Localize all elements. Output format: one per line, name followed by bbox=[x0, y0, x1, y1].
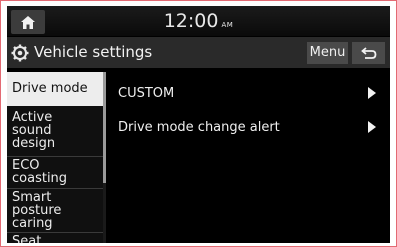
clock-ampm: AM bbox=[221, 21, 234, 29]
list-item-label: Drive mode change alert bbox=[118, 120, 280, 135]
sidebar-item-label: coasting bbox=[12, 171, 68, 186]
title-bar: Vehicle settings Menu bbox=[7, 37, 390, 68]
clock: 12:00 AM bbox=[7, 9, 390, 37]
sidebar-item-active-sound-design[interactable]: Active sound design bbox=[7, 111, 103, 153]
screen-frame: 12:00 AM Vehicle settings Menu Drive mod… bbox=[0, 0, 397, 247]
sidebar-item-seat[interactable]: Seat bbox=[7, 235, 103, 243]
sidebar-item-label: design bbox=[12, 136, 56, 151]
chevron-right-icon bbox=[368, 121, 376, 133]
sidebar: Drive mode Active sound design ECO coast… bbox=[7, 72, 106, 243]
clock-time: 12:00 bbox=[163, 10, 219, 32]
sidebar-scrollbar[interactable] bbox=[103, 72, 106, 243]
gear-car-icon bbox=[11, 44, 29, 62]
scrollbar-thumb[interactable] bbox=[103, 72, 106, 183]
status-bar: 12:00 AM bbox=[7, 6, 390, 36]
back-arrow-icon bbox=[360, 46, 376, 59]
page-title: Vehicle settings bbox=[34, 43, 153, 61]
sidebar-divider bbox=[7, 232, 103, 233]
sidebar-divider bbox=[7, 188, 103, 189]
list-item-drive-mode-change-alert[interactable]: Drive mode change alert bbox=[110, 110, 390, 144]
sidebar-item-drive-mode[interactable]: Drive mode bbox=[7, 72, 103, 106]
list-item-custom[interactable]: CUSTOM bbox=[110, 76, 390, 110]
list-item-label: CUSTOM bbox=[118, 86, 175, 101]
settings-list: CUSTOM Drive mode change alert bbox=[110, 72, 390, 243]
sidebar-item-smart-posture-caring[interactable]: Smart posture caring bbox=[7, 191, 103, 233]
sidebar-item-label: caring bbox=[12, 216, 53, 231]
infotainment-screen: 12:00 AM Vehicle settings Menu Drive mod… bbox=[7, 6, 390, 243]
sidebar-item-eco-coasting[interactable]: ECO coasting bbox=[7, 159, 103, 187]
sidebar-item-label: Drive mode bbox=[12, 81, 88, 96]
back-button[interactable] bbox=[352, 42, 385, 64]
menu-button[interactable]: Menu bbox=[307, 42, 348, 64]
sidebar-divider bbox=[7, 156, 103, 157]
sidebar-item-label: Seat bbox=[12, 234, 42, 243]
chevron-right-icon bbox=[368, 87, 376, 99]
